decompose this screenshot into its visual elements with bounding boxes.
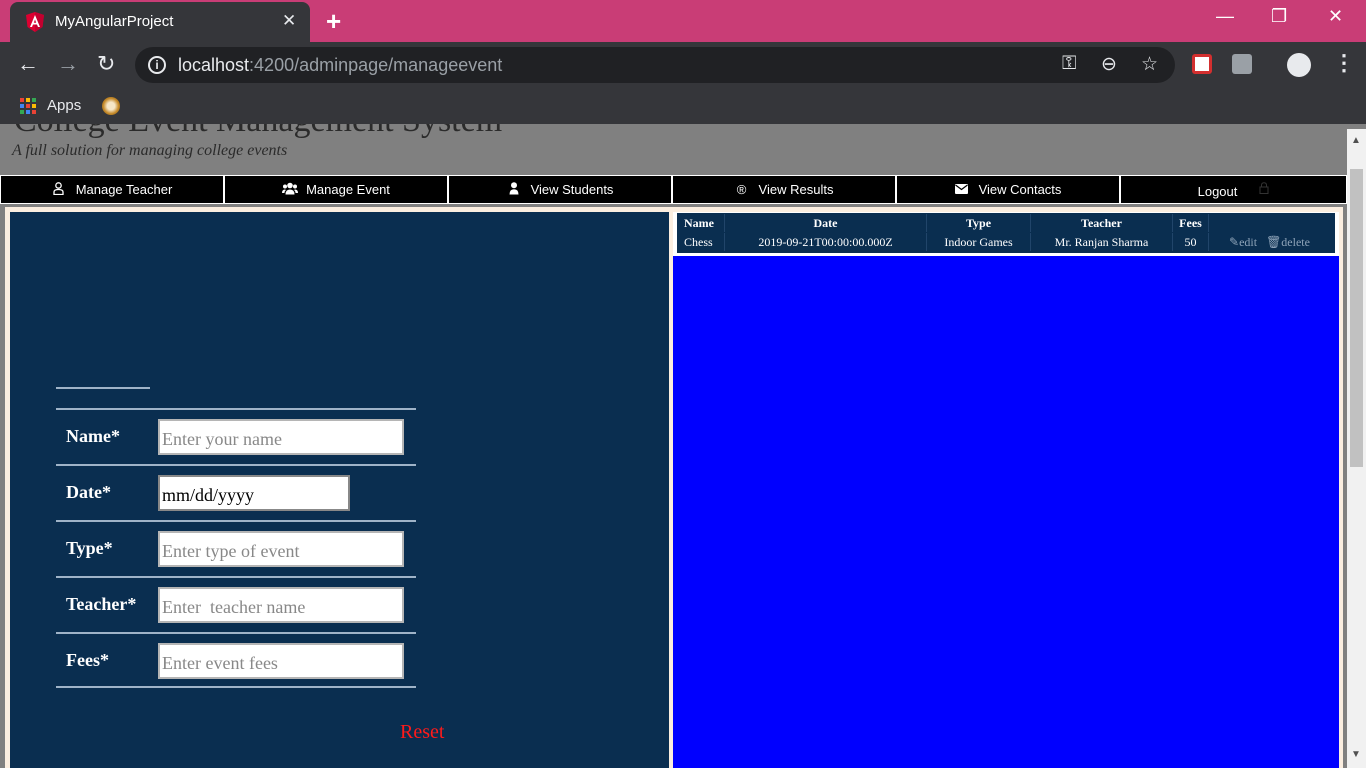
cell-teacher: Mr. Ranjan Sharma [1031, 233, 1173, 251]
nav-label: Logout [1197, 184, 1238, 199]
registered-icon: ® [736, 182, 747, 197]
tab-title: MyAngularProject [55, 13, 174, 30]
reload-icon[interactable]: ↻ [97, 51, 115, 77]
main-content: Name* Enter your name Date* mm/dd/yyyy T… [5, 207, 1343, 768]
nav-label: View Contacts [978, 182, 1062, 197]
form-row-teacher: Teacher* Enter teacher name [56, 576, 416, 632]
column-header: Name [677, 214, 725, 232]
scroll-up-icon[interactable]: ▲ [1351, 135, 1361, 146]
column-header: Type [927, 214, 1031, 232]
url-text: localhost:4200/adminpage/manageevent [178, 55, 503, 75]
cell-actions: ✎edit 🗑delete [1209, 233, 1337, 251]
field-label: Date* [66, 482, 111, 502]
back-icon[interactable]: ← [17, 51, 39, 77]
restore-icon[interactable]: ❐ [1271, 6, 1287, 27]
nav-view-contacts[interactable]: View Contacts [896, 175, 1120, 204]
lock-icon [1259, 182, 1269, 197]
apps-grid-icon[interactable] [20, 98, 36, 114]
date-input[interactable]: mm/dd/yyyy [158, 475, 350, 511]
cell-name: Chess [677, 233, 725, 251]
extension-icon[interactable] [1192, 54, 1212, 74]
close-window-icon[interactable]: ✕ [1328, 6, 1343, 27]
angular-logo-icon [26, 12, 44, 32]
name-input[interactable]: Enter your name [158, 419, 404, 455]
site-title: College Event Management System [14, 124, 502, 140]
teacher-input[interactable]: Enter teacher name [158, 587, 404, 623]
star-icon[interactable]: ☆ [1141, 53, 1158, 76]
field-label: Type* [66, 538, 113, 558]
edit-link[interactable]: ✎edit [1229, 235, 1257, 249]
key-icon[interactable]: ⚿ [1062, 53, 1076, 75]
browser-toolbar: ← → ↻ i localhost:4200/adminpage/managee… [0, 42, 1366, 88]
trash-icon: 🗑 [1266, 235, 1282, 249]
form-heading-underline [56, 387, 150, 389]
page-viewport: College Event Management System A full s… [0, 124, 1347, 768]
events-panel: Name Date Type Teacher Fees Chess 2019-0… [673, 212, 1339, 768]
bookmark-icon[interactable] [102, 97, 120, 115]
profile-icon[interactable] [1287, 53, 1311, 77]
scrollbar-thumb[interactable] [1350, 169, 1363, 467]
delete-link[interactable]: 🗑delete [1266, 235, 1310, 249]
cell-type: Indoor Games [927, 233, 1031, 251]
nav-manage-event[interactable]: Manage Event [224, 175, 448, 204]
nav-view-students[interactable]: View Students [448, 175, 672, 204]
main-nav: Manage Teacher Manage Event View Student… [0, 175, 1347, 204]
menu-icon[interactable]: ⋮ [1333, 50, 1355, 76]
column-header: Fees [1173, 214, 1209, 232]
zoom-out-icon[interactable]: ⊖ [1101, 53, 1117, 76]
nav-label: Manage Teacher [75, 182, 173, 197]
person-icon [507, 181, 521, 198]
blue-area [673, 256, 1339, 768]
cell-fees: 50 [1173, 233, 1209, 251]
page-scrollbar[interactable]: ▲ ▼ [1347, 129, 1366, 768]
extension-icon-2[interactable] [1232, 54, 1252, 74]
nav-label: Manage Event [306, 182, 390, 197]
new-tab-button[interactable]: + [326, 6, 341, 37]
address-bar[interactable]: i localhost:4200/adminpage/manageevent ⚿… [135, 47, 1175, 83]
event-form-panel: Name* Enter your name Date* mm/dd/yyyy T… [10, 212, 669, 768]
envelope-icon [955, 182, 969, 197]
reset-button[interactable]: Reset [400, 721, 444, 744]
column-header-actions [1209, 214, 1337, 232]
nav-manage-teacher[interactable]: Manage Teacher [0, 175, 224, 204]
forward-icon[interactable]: → [57, 51, 79, 77]
fees-input[interactable]: Enter event fees [158, 643, 404, 679]
cell-date: 2019-09-21T00:00:00.000Z [725, 233, 927, 251]
field-label: Name* [66, 426, 120, 446]
user-icon [52, 181, 66, 198]
apps-bookmark[interactable]: Apps [47, 97, 81, 114]
column-header: Date [725, 214, 927, 232]
site-subtitle: A full solution for managing college eve… [12, 142, 288, 159]
table-header: Name Date Type Teacher Fees [677, 214, 1337, 232]
form-row-date: Date* mm/dd/yyyy [56, 464, 416, 520]
nav-view-results[interactable]: ® View Results [672, 175, 896, 204]
minimize-icon[interactable]: — [1216, 6, 1234, 27]
column-header: Teacher [1031, 214, 1173, 232]
browser-tab[interactable]: MyAngularProject ✕ [10, 2, 310, 42]
form-row-fees: Fees* Enter event fees [56, 632, 416, 688]
table-row: Chess 2019-09-21T00:00:00.000Z Indoor Ga… [677, 233, 1337, 251]
nav-label: View Students [530, 182, 614, 197]
close-tab-icon[interactable]: ✕ [282, 11, 296, 31]
info-icon[interactable]: i [148, 56, 166, 74]
field-label: Teacher* [66, 594, 137, 614]
browser-tab-bar: MyAngularProject ✕ + — ❐ ✕ [0, 0, 1366, 42]
nav-logout[interactable]: Logout [1120, 175, 1347, 204]
field-label: Fees* [66, 650, 109, 670]
form-row-name: Name* Enter your name [56, 408, 416, 464]
nav-label: View Results [758, 182, 834, 197]
form-row-type: Type* Enter type of event [56, 520, 416, 576]
bookmarks-bar: Apps [0, 88, 1366, 124]
edit-icon: ✎ [1229, 235, 1240, 249]
type-input[interactable]: Enter type of event [158, 531, 404, 567]
event-form: Name* Enter your name Date* mm/dd/yyyy T… [56, 408, 416, 688]
scroll-down-icon[interactable]: ▼ [1351, 749, 1361, 760]
users-icon [282, 182, 299, 198]
events-table: Name Date Type Teacher Fees Chess 2019-0… [676, 212, 1336, 254]
